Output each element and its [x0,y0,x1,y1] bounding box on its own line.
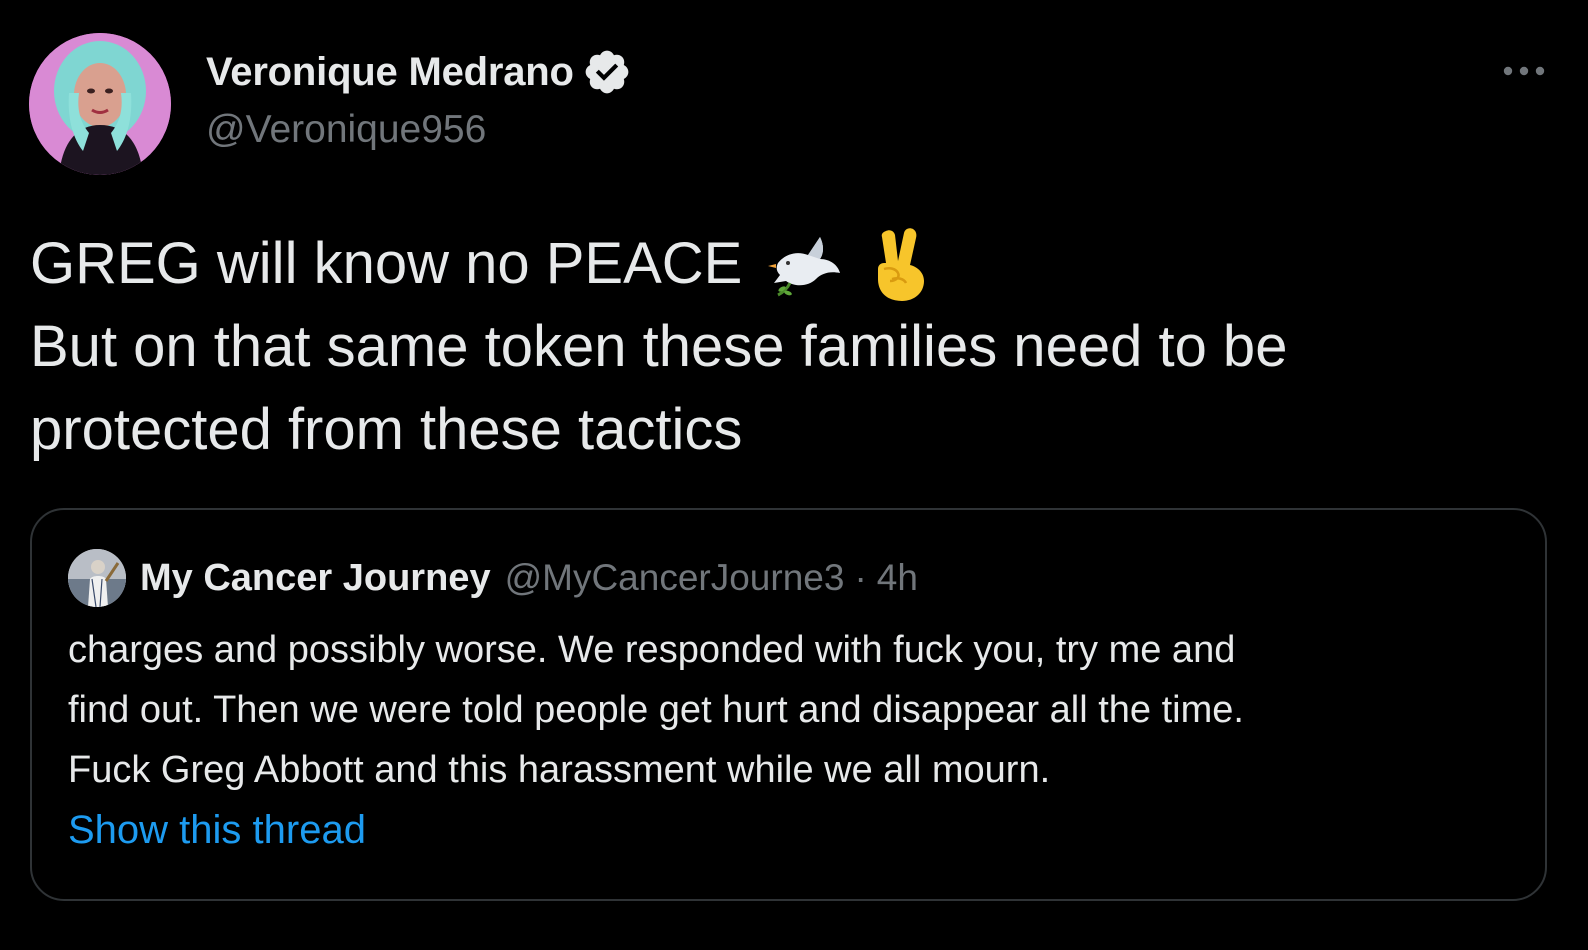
quoted-line-2: find out. Then we were told people get h… [68,689,1244,731]
quoted-timestamp: 4h [876,557,918,598]
tweet-line-3: protected from these tactics [30,397,743,462]
dove-emoji-icon [764,223,846,305]
victory-hand-emoji-icon [860,223,942,305]
tweet-line-2: But on that same token these families ne… [30,314,1288,379]
quoted-author-display-name: My Cancer Journey [140,556,491,599]
quoted-line-3: Fuck Greg Abbott and this harassment whi… [68,749,1051,791]
quoted-tweet-text: charges and possibly worse. We responded… [68,620,1508,800]
quoted-author-avatar [68,549,126,607]
tweet-text: GREG will know no PEACE But on that same… [30,222,1560,471]
author-display-name[interactable]: Veronique Medrano [206,50,574,95]
author-handle[interactable]: @Veronique956 [206,108,486,152]
tweet-line-text: GREG will know no PEACE [30,231,743,296]
quoted-separator: · [854,557,867,598]
tweet: Veronique Medrano @Veronique956 GREG wil… [0,0,1588,950]
quoted-tweet-header: My Cancer Journey @MyCancerJourne3 · 4h [68,548,918,608]
more-horizontal-icon[interactable] [1496,56,1552,86]
quoted-author-handle: @MyCancerJourne3 [504,557,845,598]
author-name-row: Veronique Medrano [206,48,632,96]
verified-badge-icon [582,47,632,97]
author-avatar[interactable] [29,33,171,175]
tweet-line-1: GREG will know no PEACE [30,222,1560,305]
quoted-line-1: charges and possibly worse. We responded… [68,629,1236,671]
author-avatar-image [29,33,171,175]
show-thread-link[interactable]: Show this thread [68,808,366,853]
quoted-tweet-card[interactable]: My Cancer Journey @MyCancerJourne3 · 4h … [30,508,1547,901]
